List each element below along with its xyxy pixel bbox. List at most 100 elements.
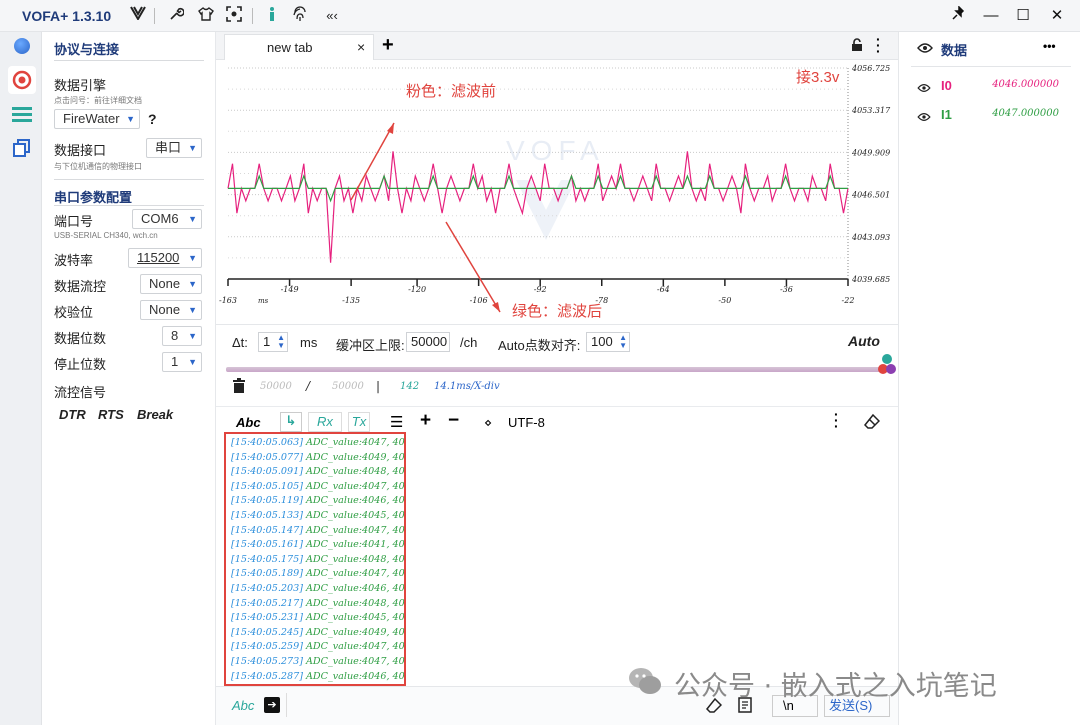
record-icon[interactable] bbox=[8, 66, 36, 94]
vofa-logo-icon[interactable] bbox=[128, 6, 148, 26]
dt-label: Δt: bbox=[232, 335, 248, 350]
log-message: ADC_value:4048, 4048 bbox=[302, 597, 406, 609]
zoom-out-button[interactable]: − bbox=[448, 410, 459, 432]
green-annotation: 绿色：滤波后 bbox=[512, 303, 603, 320]
rts-button[interactable]: RTS bbox=[98, 407, 124, 422]
buffer-input[interactable]: 50000 bbox=[406, 332, 450, 352]
zoom-in-button[interactable]: + bbox=[420, 410, 431, 432]
log-line: [15:40:05.189] ADC_value:4047, 4047 bbox=[231, 567, 404, 582]
stat-c: 142 bbox=[400, 381, 420, 392]
screenshot-icon[interactable] bbox=[224, 6, 244, 26]
channel-eye-icon[interactable] bbox=[917, 110, 931, 125]
autopoints-spinbox[interactable]: 100 ▲ ▼ bbox=[586, 332, 630, 352]
collapse-icon[interactable]: «‹ bbox=[322, 6, 342, 26]
send-file-icon[interactable]: ➔ bbox=[264, 697, 280, 713]
channel-row-i0[interactable]: I0 4046.000000 bbox=[913, 76, 1073, 96]
connect-icon[interactable] bbox=[14, 38, 30, 54]
parity-select[interactable]: None ▼ bbox=[140, 300, 202, 320]
log-line: [15:40:05.147] ADC_value:4047, 4047 bbox=[231, 524, 404, 539]
dtr-button[interactable]: DTR bbox=[59, 407, 86, 422]
log-message: ADC_value:4045, 4047 bbox=[302, 612, 406, 624]
watermark-text: 公众号 · 嵌入式之入坑笔记 bbox=[674, 671, 997, 702]
maximize-icon[interactable]: ☐ bbox=[1012, 6, 1034, 26]
flow-select[interactable]: None ▼ bbox=[140, 274, 202, 294]
log-timestamp: [15:40:05.259] bbox=[231, 641, 303, 653]
log-line: [15:40:05.203] ADC_value:4046, 4047 bbox=[231, 582, 404, 597]
log-line: [15:40:05.287] ADC_value:4046, 4047 bbox=[231, 670, 404, 685]
receive-log[interactable]: [15:40:05.063] ADC_value:4047, 4047 [15:4… bbox=[224, 432, 406, 686]
dt-spinbox[interactable]: 1 ▲ ▼ bbox=[258, 332, 288, 352]
pin-icon[interactable] bbox=[948, 5, 970, 26]
data-list-icon[interactable] bbox=[12, 106, 32, 129]
settings-panel: 协议与连接 数据引擎 点击问号：前往详细文档 FireWater ▼ ? 数据接… bbox=[42, 32, 216, 725]
data-panel: 数据 ••• I0 4046.000000 I1 4047.000000 bbox=[898, 32, 1080, 725]
waveform-chart[interactable]: VOFA 4056.725 4053.317 4049.909 4046.501 4043… bbox=[216, 60, 898, 324]
parity-label: 校验位 bbox=[54, 305, 94, 320]
timestamp-toggle-icon[interactable]: ↳ bbox=[280, 412, 302, 432]
log-timestamp: [15:40:05.119] bbox=[231, 495, 303, 507]
log-line: [15:40:05.245] ADC_value:4049, 4048 bbox=[231, 626, 404, 641]
x-tick-label: -22 bbox=[842, 296, 855, 305]
fingerprint-icon[interactable] bbox=[290, 6, 310, 26]
panel-more-icon[interactable]: ••• bbox=[1043, 39, 1056, 53]
divider bbox=[54, 179, 204, 180]
tab-close-icon[interactable]: × bbox=[357, 39, 365, 55]
encoding-select[interactable]: UTF-8 bbox=[508, 415, 545, 430]
parity-value: None bbox=[149, 302, 181, 317]
rx-toggle[interactable]: Rx bbox=[308, 412, 342, 432]
autopoints-value: 100 bbox=[591, 334, 613, 349]
port-select[interactable]: COM6 ▼ bbox=[132, 209, 202, 229]
databits-select[interactable]: 8 ▼ bbox=[162, 326, 202, 346]
close-icon[interactable]: ✕ bbox=[1046, 6, 1068, 26]
stat-d: 14.1ms/X-div bbox=[434, 381, 500, 392]
tab-new-tab[interactable]: new tab × bbox=[224, 34, 374, 60]
tab-more-icon[interactable]: · · · bbox=[876, 32, 881, 58]
wrench-icon[interactable] bbox=[166, 6, 186, 26]
log-timestamp: [15:40:05.217] bbox=[231, 597, 303, 609]
trash-icon[interactable] bbox=[232, 378, 246, 397]
tx-toggle[interactable]: Tx bbox=[348, 412, 370, 432]
log-message: ADC_value:4047, 4047 bbox=[302, 437, 406, 448]
log-line: [15:40:05.133] ADC_value:4045, 4047 bbox=[231, 509, 404, 524]
log-timestamp: [15:40:05.203] bbox=[231, 582, 303, 594]
tab-bar: new tab × + · · · bbox=[216, 32, 898, 60]
auto-mode-button[interactable]: Auto bbox=[848, 333, 880, 349]
add-tab-button[interactable]: + bbox=[382, 34, 394, 57]
help-button[interactable]: ? bbox=[148, 111, 157, 127]
stat-a: 50000 bbox=[260, 381, 292, 392]
slider-handle-teal[interactable] bbox=[882, 354, 892, 364]
encoding-icon: ⋄ bbox=[484, 415, 493, 430]
lock-icon[interactable] bbox=[850, 38, 864, 57]
interface-label: 数据接口 bbox=[54, 143, 107, 158]
eye-icon[interactable] bbox=[917, 41, 933, 59]
signals-label: 流控信号 bbox=[54, 385, 107, 400]
eraser-icon[interactable] bbox=[863, 413, 881, 432]
stopbits-select[interactable]: 1 ▼ bbox=[162, 352, 202, 372]
baud-select[interactable]: 115200 ▼ bbox=[128, 248, 202, 268]
wrap-text-icon[interactable]: ☰ bbox=[390, 413, 403, 431]
y-tick-label: 4046.501 bbox=[851, 191, 890, 200]
minimize-icon[interactable]: — bbox=[980, 6, 1002, 26]
y-tick-label: 4039.685 bbox=[851, 275, 890, 284]
abc-format-button[interactable]: Abc bbox=[236, 415, 261, 430]
shirt-icon[interactable] bbox=[196, 6, 216, 26]
log-timestamp: [15:40:05.245] bbox=[231, 626, 303, 638]
log-timestamp: [15:40:05.147] bbox=[231, 524, 303, 536]
send-format-button[interactable]: Abc bbox=[232, 698, 254, 713]
channel-eye-icon[interactable] bbox=[917, 81, 931, 96]
x-tick-label: -163 bbox=[219, 296, 237, 305]
info-icon[interactable] bbox=[262, 6, 282, 26]
interface-hint: 与下位机通信的物理接口 bbox=[54, 162, 142, 171]
copy-icon[interactable] bbox=[12, 138, 32, 163]
break-button[interactable]: Break bbox=[137, 407, 173, 422]
watermark: 公众号 · 嵌入式之入坑笔记 bbox=[628, 662, 1068, 702]
chevron-down-icon: ▼ bbox=[188, 214, 197, 224]
rx-more-icon[interactable]: · · · bbox=[834, 407, 839, 433]
channel-row-i1[interactable]: I1 4047.000000 bbox=[913, 105, 1073, 125]
interface-select[interactable]: 串口 ▼ bbox=[146, 138, 202, 158]
engine-select[interactable]: FireWater ▼ bbox=[54, 109, 140, 129]
log-line: [15:40:05.091] ADC_value:4048, 4047 bbox=[231, 465, 404, 480]
log-timestamp: [15:40:05.189] bbox=[231, 568, 303, 580]
log-message: ADC_value:4049, 4047 bbox=[302, 451, 406, 463]
chevron-down-icon: ▼ bbox=[126, 114, 135, 124]
